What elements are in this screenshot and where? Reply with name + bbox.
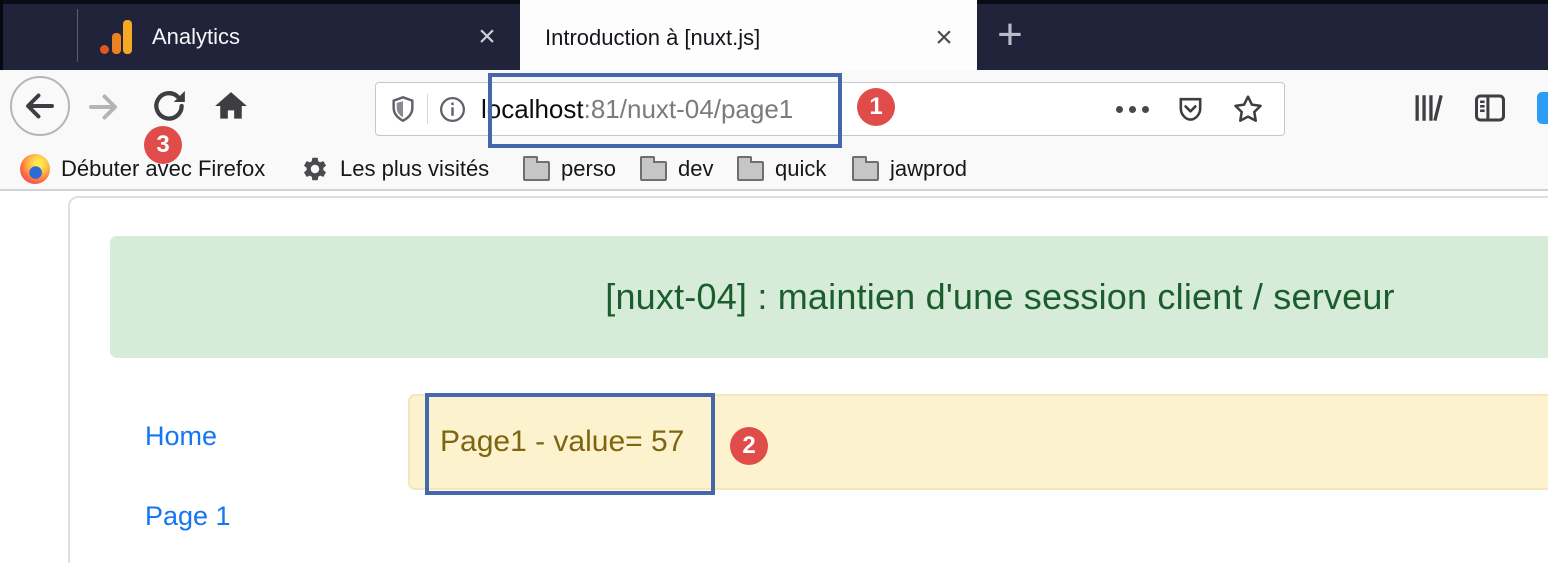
bookmark-label: quick [775,156,826,182]
bookmark-les-plus-visites[interactable]: Les plus visités [301,150,489,188]
bookmark-debuter-firefox[interactable]: Débuter avec Firefox [20,150,265,188]
library-button[interactable] [1408,88,1450,128]
folder-icon [737,161,764,181]
page-actions-icon[interactable] [1116,106,1149,113]
home-button[interactable] [210,85,252,127]
reload-icon [150,87,188,125]
reload-button[interactable] [149,86,189,126]
tab-nuxt-label: Introduction à [nuxt.js] [545,25,929,51]
sidebars-button[interactable] [1468,88,1512,128]
firefox-icon [20,154,50,184]
annotation-rect-url [488,73,842,148]
urlbar-divider [427,94,428,124]
gear-icon [301,155,329,183]
tab-nuxt-inner[interactable]: Introduction à [nuxt.js] × [520,6,977,70]
close-tab-icon[interactable]: × [929,23,959,53]
bookmark-folder-dev[interactable]: dev [640,150,713,188]
annotation-rect-alert [425,393,715,495]
forward-button[interactable] [84,88,122,126]
tracking-protection-shield-icon[interactable] [389,94,417,124]
bookmark-folder-jawprod[interactable]: jawprod [852,150,967,188]
forward-arrow-icon [85,89,121,125]
nav-link-page1[interactable]: Page 1 [145,501,231,532]
tab-analytics[interactable]: Analytics × [78,4,520,70]
bookmark-folder-perso[interactable]: perso [523,150,616,188]
back-button[interactable] [10,76,70,136]
library-icon [1410,90,1448,126]
back-arrow-icon [22,88,58,124]
folder-icon [852,161,879,181]
window-left-edge [0,0,3,70]
folder-icon [640,161,667,181]
bookmark-folder-quick[interactable]: quick [737,150,826,188]
bookmark-star-icon[interactable] [1232,93,1264,125]
page-title: [nuxt-04] : maintien d'une session clien… [605,276,1394,318]
clipped-toolbar-icon[interactable] [1537,92,1548,124]
site-info-icon[interactable] [438,95,467,124]
bookmark-label: dev [678,156,713,182]
bookmark-label: jawprod [890,156,967,182]
tab-analytics-label: Analytics [152,24,472,50]
google-analytics-icon [100,20,134,54]
bookmark-label: perso [561,156,616,182]
page-banner: [nuxt-04] : maintien d'une session clien… [110,236,1548,358]
nav-link-home[interactable]: Home [145,421,217,452]
annotation-badge-3: 3 [144,126,182,164]
folder-icon [523,161,550,181]
annotation-badge-2: 2 [730,427,768,465]
pocket-save-icon[interactable] [1175,94,1206,125]
close-tab-icon[interactable]: × [472,22,502,52]
annotation-badge-1: 1 [857,88,895,126]
new-tab-button[interactable]: + [985,12,1035,60]
sidebar-icon [1471,90,1509,126]
home-icon [212,87,250,125]
bookmark-label: Les plus visités [340,156,489,182]
